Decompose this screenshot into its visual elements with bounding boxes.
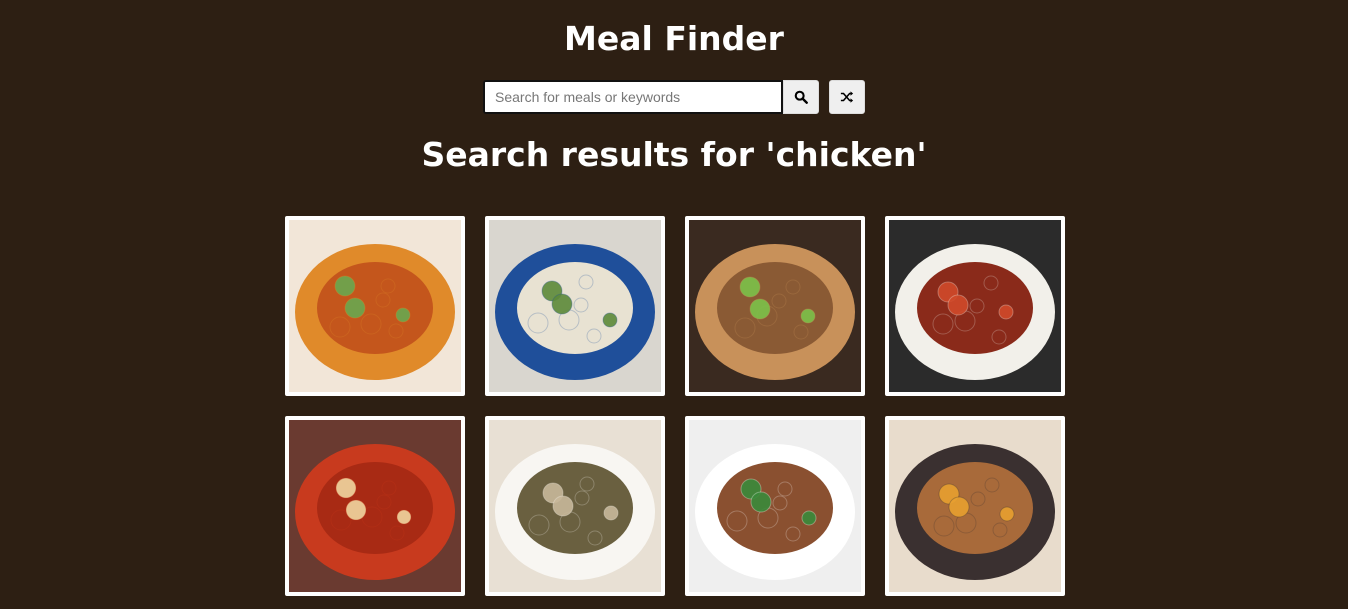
search-button[interactable] (783, 80, 819, 114)
search-icon (794, 90, 808, 104)
meal-card[interactable] (285, 216, 465, 396)
meal-image (489, 220, 661, 392)
meal-image (289, 420, 461, 592)
meal-image (689, 420, 861, 592)
meal-card[interactable] (685, 416, 865, 596)
meal-image (289, 220, 461, 392)
meal-card[interactable] (685, 216, 865, 396)
app-title: Meal Finder (564, 19, 784, 58)
meal-card[interactable] (485, 416, 665, 596)
shuffle-icon (840, 91, 854, 103)
meal-image (689, 220, 861, 392)
meal-image (489, 420, 661, 592)
meal-image (889, 420, 1061, 592)
meal-image (889, 220, 1061, 392)
meal-card[interactable] (485, 216, 665, 396)
meal-card[interactable] (885, 216, 1065, 396)
meal-card[interactable] (285, 416, 465, 596)
meals-grid (285, 216, 1065, 596)
meal-card[interactable] (885, 416, 1065, 596)
search-input[interactable] (483, 80, 783, 114)
results-heading: Search results for 'chicken' (421, 135, 927, 174)
search-form (483, 80, 865, 114)
random-meal-button[interactable] (829, 80, 865, 114)
